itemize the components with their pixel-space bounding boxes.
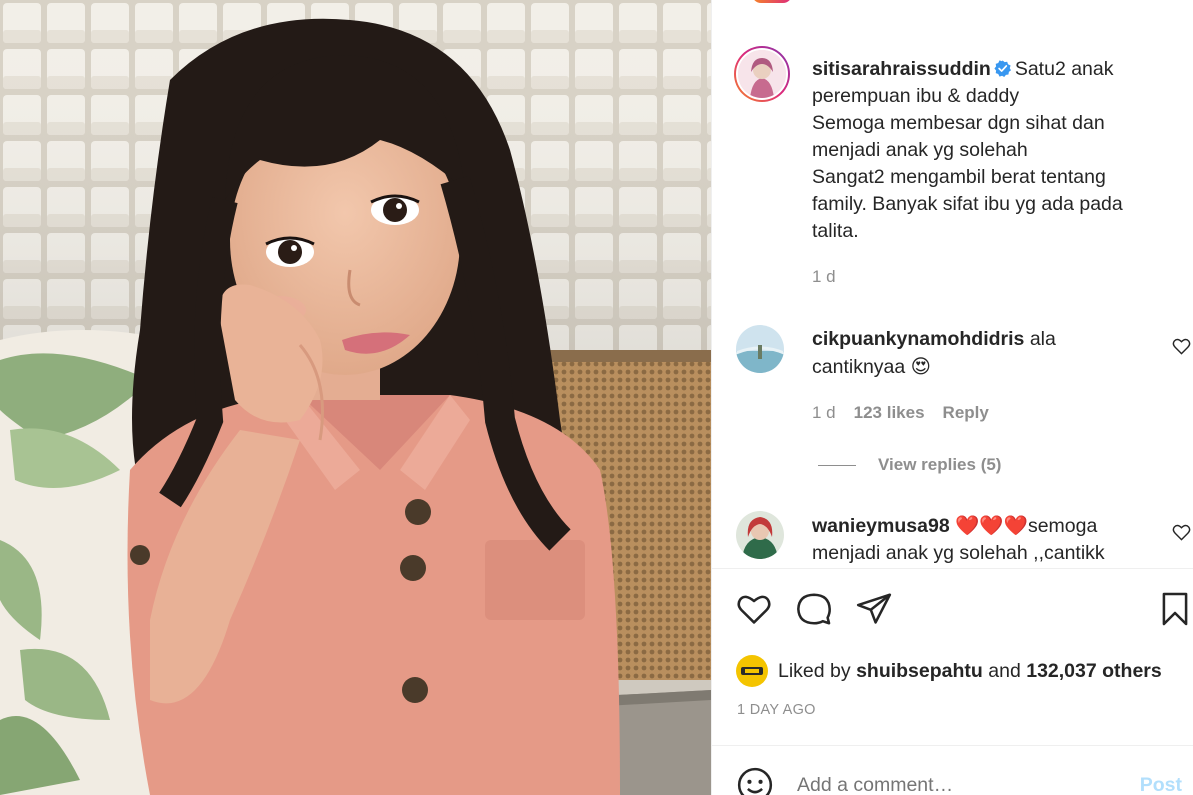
comment-text-line-2: menjadi anak yg solehah ,,cantikk — [812, 542, 1105, 564]
comment-text-line-1: semoga — [1027, 515, 1098, 537]
post-dialog: sitisarahraissuddin Satu2 anak perempuan … — [0, 0, 1193, 795]
comment-icon[interactable] — [795, 590, 833, 628]
comment-time[interactable]: 1 d — [812, 403, 836, 422]
heart-eyes-emoji: 😍 — [910, 355, 931, 378]
liked-by-user[interactable]: shuibsepahtu — [856, 660, 983, 683]
comment-text: wanieymusa98 ❤️❤️❤️semoga menjadi anak y… — [812, 512, 1152, 567]
caption-line-1: Satu2 anak — [1014, 58, 1114, 80]
post-sidebar: sitisarahraissuddin Satu2 anak perempuan … — [711, 0, 1193, 795]
comment-avatar-image — [736, 511, 784, 559]
post-caption: sitisarahraissuddin Satu2 anak perempuan … — [812, 56, 1172, 245]
liked-by-and: and — [988, 659, 1021, 682]
comment-avatar[interactable] — [736, 325, 784, 373]
share-icon[interactable] — [855, 590, 893, 628]
comment-text: cikpuankynamohdidris ala cantiknyaa 😍 — [812, 326, 1142, 381]
caption-line-2: perempuan ibu & daddy — [812, 85, 1020, 107]
verified-badge-icon — [994, 60, 1011, 77]
like-comment-heart-icon[interactable] — [1172, 523, 1191, 542]
caption-line-5: Sangat2 mengambil berat tentang — [812, 166, 1106, 188]
comment-avatar-image — [736, 325, 784, 373]
comment-meta: 1 d 123 likes Reply — [812, 403, 989, 423]
caption-line-6: family. Banyak sifat ibu yg ada pada — [812, 193, 1123, 215]
liked-by-others[interactable]: 132,037 others — [1026, 660, 1162, 683]
comment-form: Post — [712, 745, 1193, 795]
liked-by-prefix: Liked by — [778, 659, 851, 682]
comment-text-line-1: ala — [1029, 328, 1056, 350]
caption-time[interactable]: 1 d — [812, 267, 836, 287]
caption-line-3: Semoga membesar dgn sihat dan — [812, 112, 1105, 134]
comment-reply-button[interactable]: Reply — [943, 403, 989, 422]
caption-line-7: talita. — [812, 220, 859, 242]
liker-avatar-image — [736, 655, 768, 687]
comment-text-line-2: cantiknyaa — [812, 356, 906, 378]
author-avatar-image — [738, 50, 786, 98]
actions-divider — [712, 568, 1193, 569]
comment-username[interactable]: cikpuankynamohdidris — [812, 328, 1024, 350]
author-avatar[interactable] — [734, 46, 790, 102]
replies-divider-line — [818, 465, 856, 467]
comment-input[interactable] — [797, 774, 1097, 795]
post-comment-button[interactable]: Post — [1140, 774, 1182, 795]
like-comment-heart-icon[interactable] — [1172, 337, 1191, 356]
caption-line-4: menjadi anak yg solehah — [812, 139, 1028, 161]
emoji-icon[interactable] — [736, 766, 774, 795]
heart-icon[interactable] — [735, 590, 773, 628]
comments-scroll-area[interactable]: sitisarahraissuddin Satu2 anak perempuan … — [712, 0, 1193, 568]
author-username[interactable]: sitisarahraissuddin — [812, 58, 991, 80]
likes-summary[interactable]: Liked by shuibsepahtu and 132,037 others — [736, 655, 1162, 687]
bookmark-icon[interactable] — [1156, 590, 1193, 628]
hearts-emoji: ❤️❤️❤️ — [955, 514, 1028, 537]
comment-likes[interactable]: 123 likes — [854, 403, 925, 422]
view-replies-button[interactable]: View replies (5) — [818, 455, 1001, 475]
liker-avatar[interactable] — [736, 655, 768, 687]
comment-username[interactable]: wanieymusa98 — [812, 515, 950, 537]
post-photo[interactable] — [0, 0, 711, 795]
view-replies-label: View replies (5) — [878, 455, 1002, 474]
post-timestamp[interactable]: 1 DAY AGO — [737, 702, 816, 718]
photo-illustration — [0, 0, 711, 795]
comment-avatar[interactable] — [736, 511, 784, 559]
